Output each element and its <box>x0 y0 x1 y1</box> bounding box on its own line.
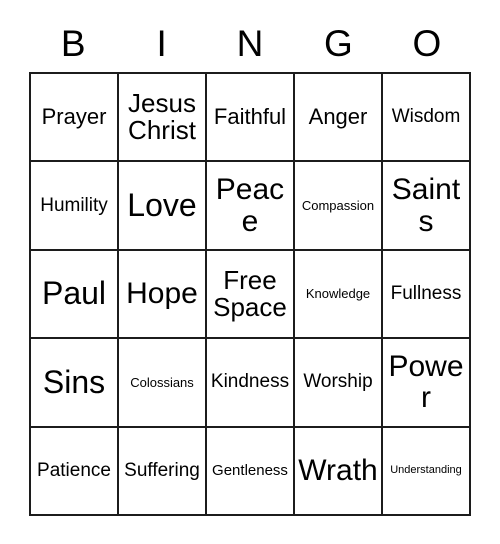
bingo-cell-label: Understanding <box>390 464 462 477</box>
bingo-cell-label: Compassion <box>301 197 375 213</box>
bingo-cell-o3[interactable]: Fullness <box>383 250 471 340</box>
bingo-cell-g2[interactable]: Compassion <box>295 162 383 251</box>
bingo-cell-label: Paul <box>41 275 107 312</box>
bingo-cell-o5[interactable]: Understanding <box>383 427 471 516</box>
bingo-cell-label: Suffering <box>124 459 200 481</box>
bingo-cell-g3[interactable]: Knowledge <box>295 250 383 340</box>
bingo-cell-i1[interactable]: Jesus Christ <box>119 74 207 163</box>
bingo-cell-free-space[interactable]: Free Space <box>207 250 295 340</box>
bingo-cell-label: Worship <box>303 371 373 393</box>
bingo-cell-o1[interactable]: Wisdom <box>383 74 471 163</box>
bingo-cell-g4[interactable]: Worship <box>295 339 383 428</box>
bingo-cell-label: Colossians <box>130 374 194 390</box>
bingo-cell-label: Anger <box>308 103 368 129</box>
bingo-cell-i2[interactable]: Love <box>119 162 207 251</box>
bingo-cell-n4[interactable]: Kindness <box>207 339 295 428</box>
bingo-cell-label: Wrath <box>298 454 378 488</box>
bingo-cell-o4[interactable]: Power <box>383 339 471 428</box>
bingo-cell-label: Saints <box>391 173 461 238</box>
bingo-cell-label: Love <box>127 186 197 223</box>
bingo-header-row: B I N G O <box>29 14 471 72</box>
bingo-header-letter-g: G <box>324 22 353 64</box>
bingo-header-letter-o: O <box>412 22 442 64</box>
bingo-cell-label: Hope <box>126 277 198 311</box>
bingo-cell-label: Humility <box>40 194 108 216</box>
bingo-cell-label: Power <box>388 350 464 415</box>
bingo-cell-b3[interactable]: Paul <box>31 250 119 340</box>
bingo-cell-label: Wisdom <box>391 106 461 128</box>
bingo-cell-n5[interactable]: Gentleness <box>207 427 295 516</box>
bingo-header-letter-n: N <box>236 22 264 64</box>
bingo-cell-label: Gentleness <box>212 461 288 479</box>
bingo-row-5: Patience Suffering Gentleness Wrath Unde… <box>31 427 471 516</box>
bingo-cell-g1[interactable]: Anger <box>295 74 383 163</box>
bingo-cell-g5[interactable]: Wrath <box>295 427 383 516</box>
bingo-cell-label: Sins <box>42 363 106 400</box>
bingo-cell-i4[interactable]: Colossians <box>119 339 207 428</box>
bingo-cell-i3[interactable]: Hope <box>119 250 207 340</box>
bingo-cell-label: Patience <box>37 459 111 481</box>
bingo-row-3: Paul Hope Free Space Knowledge Fullness <box>31 250 471 340</box>
bingo-cell-b2[interactable]: Humility <box>31 162 119 251</box>
bingo-cell-label: Fullness <box>390 283 462 305</box>
bingo-cell-label: Jesus Christ <box>128 88 196 146</box>
bingo-cell-label: Prayer <box>41 103 107 129</box>
bingo-row-1: Prayer Jesus Christ Faithful Anger Wisdo… <box>31 74 471 163</box>
bingo-header-letter-b: B <box>60 22 86 64</box>
bingo-cell-label: Knowledge <box>305 286 371 302</box>
bingo-cell-n1[interactable]: Faithful <box>207 74 295 163</box>
bingo-cell-n2[interactable]: Peace <box>207 162 295 251</box>
bingo-cell-b1[interactable]: Prayer <box>31 74 119 163</box>
bingo-cell-i5[interactable]: Suffering <box>119 427 207 516</box>
bingo-cell-o2[interactable]: Saints <box>383 162 471 251</box>
bingo-card: B I N G O Prayer Jesus Christ Faithful A… <box>29 14 471 516</box>
bingo-cell-label: Free Space <box>213 264 287 322</box>
bingo-row-4: Sins Colossians Kindness Worship Power <box>31 339 471 428</box>
bingo-cell-b5[interactable]: Patience <box>31 427 119 516</box>
bingo-cell-b4[interactable]: Sins <box>31 339 119 428</box>
bingo-row-2: Humility Love Peace Compassion Saints <box>31 162 471 251</box>
bingo-grid: Prayer Jesus Christ Faithful Anger Wisdo… <box>29 72 471 516</box>
bingo-cell-label: Kindness <box>210 371 290 393</box>
bingo-cell-label: Peace <box>215 173 285 238</box>
bingo-header-letter-i: I <box>156 22 167 64</box>
bingo-cell-label: Faithful <box>213 103 287 129</box>
